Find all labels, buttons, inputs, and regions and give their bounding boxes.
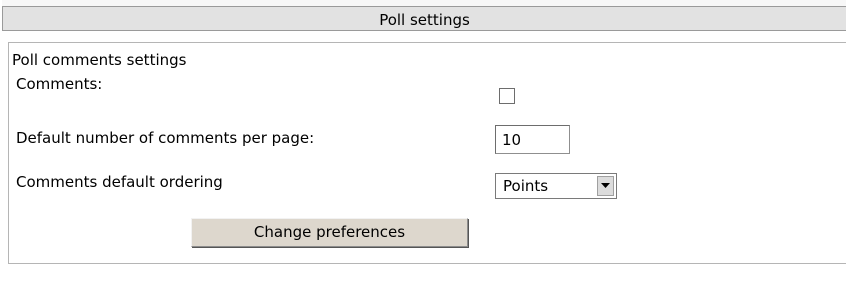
panel-header: Poll settings	[2, 6, 846, 31]
ordering-select[interactable]: Points	[495, 173, 617, 199]
comments-label: Comments:	[16, 75, 103, 93]
chevron-down-icon	[601, 183, 610, 188]
change-preferences-button[interactable]: Change preferences	[191, 218, 468, 247]
per-page-label: Default number of comments per page:	[16, 129, 315, 147]
per-page-input[interactable]	[495, 125, 570, 154]
settings-fieldset: Poll comments settings Comments: Default…	[8, 42, 846, 264]
section-legend: Poll comments settings	[12, 51, 187, 69]
panel-title: Poll settings	[379, 11, 470, 29]
ordering-label: Comments default ordering	[16, 173, 223, 191]
ordering-selected-value: Points	[503, 177, 549, 195]
comments-checkbox[interactable]	[499, 88, 515, 104]
select-dropdown-button[interactable]	[597, 176, 614, 196]
